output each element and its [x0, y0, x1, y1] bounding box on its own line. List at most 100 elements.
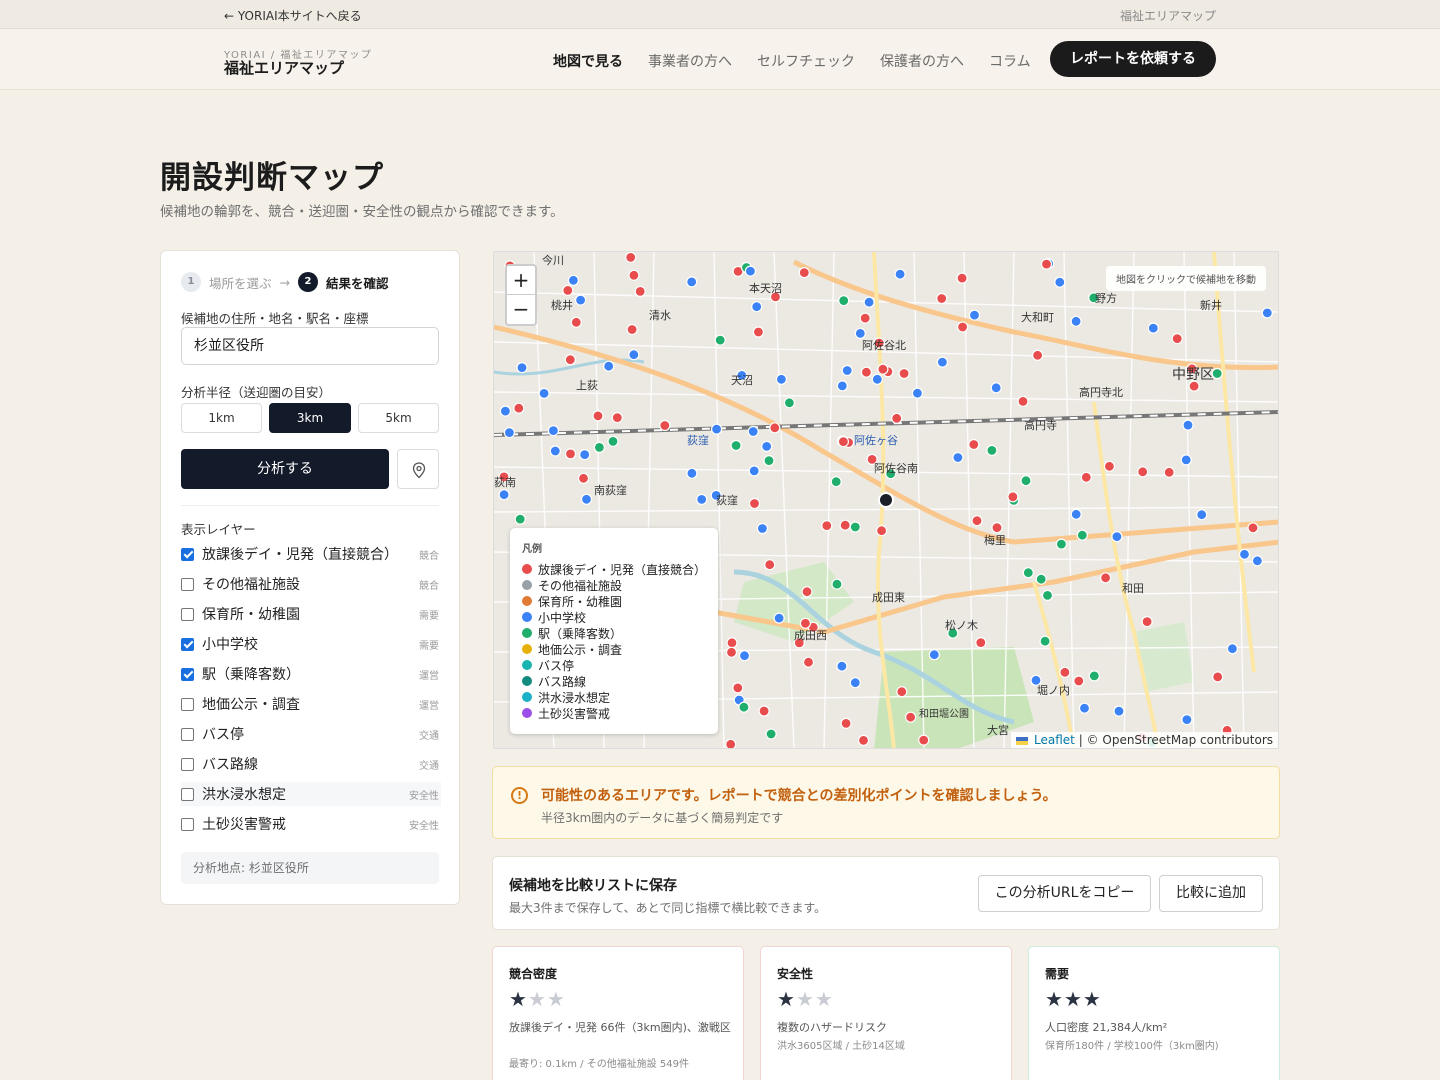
- map-marker[interactable]: [836, 660, 848, 672]
- map-marker[interactable]: [1020, 475, 1032, 487]
- map-marker[interactable]: [748, 465, 760, 477]
- map-marker[interactable]: [849, 677, 861, 689]
- map-marker[interactable]: [1078, 702, 1091, 714]
- map-marker[interactable]: [1055, 538, 1068, 550]
- layer-checkbox[interactable]: [181, 607, 194, 621]
- map-marker[interactable]: [1163, 466, 1175, 478]
- layer-toggle-row[interactable]: 洪水浸水想定 安全性: [181, 782, 441, 806]
- map-marker[interactable]: [547, 425, 560, 437]
- analyze-button[interactable]: 分析する: [181, 449, 389, 489]
- map-marker[interactable]: [765, 728, 777, 740]
- map-marker[interactable]: [725, 646, 738, 658]
- map-marker[interactable]: [831, 578, 843, 590]
- map-marker[interactable]: [1099, 572, 1112, 584]
- map-marker[interactable]: [1103, 460, 1116, 472]
- map-marker[interactable]: [562, 284, 574, 297]
- map-marker[interactable]: [928, 649, 940, 661]
- map-marker[interactable]: [773, 612, 785, 624]
- nav-self-check[interactable]: セルフチェック: [757, 51, 855, 71]
- layer-toggle-row[interactable]: その他福祉施設 競合: [181, 572, 441, 596]
- nav-column[interactable]: コラム: [989, 51, 1031, 71]
- map-marker[interactable]: [1247, 522, 1259, 534]
- map-marker[interactable]: [801, 586, 813, 598]
- map-marker[interactable]: [1261, 307, 1273, 319]
- map-marker[interactable]: [839, 519, 851, 531]
- layer-checkbox[interactable]: [181, 667, 194, 681]
- map-marker[interactable]: [836, 380, 848, 392]
- map-marker[interactable]: [758, 705, 770, 717]
- brand-logo[interactable]: 福祉エリアマップ: [224, 57, 344, 78]
- map-marker[interactable]: [626, 323, 638, 336]
- map-marker[interactable]: [514, 513, 526, 525]
- map-marker[interactable]: [1073, 675, 1085, 687]
- zoom-in-button[interactable]: +: [507, 266, 535, 295]
- map-marker[interactable]: [607, 435, 619, 447]
- layer-toggle-row[interactable]: 放課後デイ・児発（直接競合） 競合: [181, 542, 441, 566]
- map-marker[interactable]: [513, 402, 525, 414]
- copy-url-button[interactable]: この分析URLをコピー: [978, 875, 1151, 912]
- map-marker[interactable]: [769, 422, 781, 434]
- map-marker[interactable]: [859, 312, 871, 324]
- map-marker[interactable]: [857, 734, 870, 746]
- map-marker[interactable]: [1041, 589, 1054, 601]
- map-marker[interactable]: [1039, 635, 1051, 647]
- map-marker[interactable]: [1212, 671, 1224, 683]
- map-marker[interactable]: [748, 497, 761, 510]
- map-marker[interactable]: [756, 522, 768, 535]
- map-marker[interactable]: [503, 427, 515, 439]
- map-marker[interactable]: [538, 387, 550, 399]
- map-marker[interactable]: [1196, 509, 1208, 521]
- radius-5km-button[interactable]: 5km: [358, 403, 439, 433]
- map-marker[interactable]: [863, 296, 875, 308]
- map-marker[interactable]: [1147, 322, 1159, 334]
- map-marker[interactable]: [592, 410, 604, 422]
- map-marker[interactable]: [634, 285, 646, 298]
- request-report-button[interactable]: レポートを依頼する: [1050, 41, 1216, 77]
- map-marker[interactable]: [686, 276, 698, 288]
- map-marker[interactable]: [918, 734, 930, 746]
- map-marker[interactable]: [775, 373, 787, 385]
- map-marker[interactable]: [905, 711, 917, 723]
- map-marker[interactable]: [841, 364, 853, 377]
- map-marker[interactable]: [1251, 555, 1264, 567]
- map-marker[interactable]: [686, 467, 698, 479]
- map-marker[interactable]: [726, 637, 738, 649]
- map-marker[interactable]: [1070, 315, 1082, 327]
- map-marker[interactable]: [860, 366, 872, 378]
- layer-toggle-row[interactable]: バス停 交通: [181, 722, 441, 746]
- layer-toggle-row[interactable]: 保育所・幼稚園 需要: [181, 602, 441, 626]
- layer-checkbox[interactable]: [181, 547, 194, 561]
- map-marker[interactable]: [986, 444, 998, 456]
- map-marker[interactable]: [911, 387, 923, 399]
- layer-checkbox[interactable]: [181, 787, 194, 801]
- map-marker[interactable]: [761, 440, 773, 452]
- map-marker[interactable]: [1181, 714, 1193, 726]
- map-marker[interactable]: [1226, 643, 1239, 655]
- map-marker[interactable]: [1137, 466, 1149, 478]
- map-marker[interactable]: [1182, 419, 1194, 431]
- map-marker[interactable]: [579, 449, 591, 461]
- layer-toggle-row[interactable]: バス路線 交通: [181, 752, 441, 776]
- map-marker[interactable]: [936, 356, 948, 368]
- map-marker[interactable]: [896, 686, 908, 698]
- map-marker[interactable]: [898, 367, 910, 380]
- map-marker[interactable]: [764, 559, 776, 571]
- map-marker[interactable]: [1059, 666, 1071, 678]
- map-marker[interactable]: [625, 252, 637, 263]
- layer-checkbox[interactable]: [181, 727, 194, 741]
- map-marker[interactable]: [752, 326, 764, 338]
- map-marker[interactable]: [837, 436, 849, 448]
- map-marker[interactable]: [593, 441, 606, 453]
- layer-toggle-row[interactable]: 駅（乗降客数） 運営: [181, 662, 441, 686]
- map-marker[interactable]: [957, 321, 969, 333]
- map-marker[interactable]: [1171, 332, 1183, 345]
- map-marker[interactable]: [603, 360, 615, 372]
- radius-3km-button[interactable]: 3km: [269, 403, 351, 433]
- map-marker[interactable]: [499, 405, 511, 417]
- map-marker[interactable]: [577, 472, 590, 484]
- map-marker[interactable]: [580, 493, 593, 505]
- map-marker[interactable]: [738, 701, 750, 713]
- map-marker[interactable]: [730, 439, 742, 452]
- map-marker[interactable]: [968, 309, 981, 321]
- add-to-compare-button[interactable]: 比較に追加: [1159, 875, 1263, 912]
